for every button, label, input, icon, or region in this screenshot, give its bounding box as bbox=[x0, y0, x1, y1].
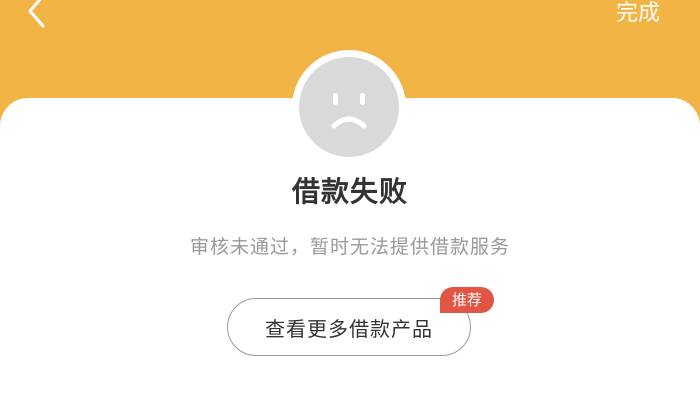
back-button[interactable] bbox=[18, 0, 58, 30]
done-button[interactable]: 完成 bbox=[616, 0, 660, 30]
status-message: 审核未通过，暂时无法提供借款服务 bbox=[189, 236, 510, 258]
recommend-badge: 推荐 bbox=[440, 287, 494, 313]
avatar bbox=[299, 57, 399, 157]
view-more-products-label: 查看更多借款产品 bbox=[265, 317, 433, 341]
chevron-left-icon bbox=[28, 0, 45, 28]
view-more-products-button[interactable]: 查看更多借款产品 bbox=[227, 298, 471, 356]
sad-face-icon bbox=[331, 93, 367, 129]
status-title: 借款失败 bbox=[291, 175, 408, 208]
